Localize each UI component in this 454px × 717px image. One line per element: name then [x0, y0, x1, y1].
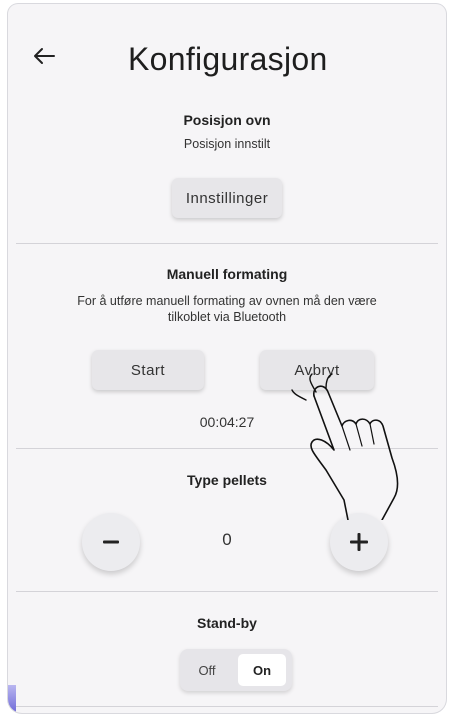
pellets-title: Type pellets — [187, 472, 267, 488]
divider — [16, 243, 438, 244]
divider — [16, 448, 438, 449]
header: Konfigurasjon — [8, 4, 446, 92]
corner-accent — [8, 685, 16, 713]
arrow-left-icon — [34, 48, 55, 64]
timer-display: 00:04:27 — [199, 414, 255, 430]
position-status: Posisjon innstilt — [183, 137, 271, 151]
standby-toggle[interactable]: Off On — [180, 649, 292, 691]
manual-formatting-section: Manuell formating For å utføre manuell f… — [8, 266, 446, 325]
app-screen: Konfigurasjon Posisjon ovn Posisjon inns… — [8, 4, 446, 713]
cancel-button[interactable]: Avbryt — [260, 350, 374, 390]
pellets-section: Type pellets — [8, 472, 446, 488]
manual-description-line1: For å utføre manuell formating av ovnen … — [77, 294, 377, 308]
position-title: Posisjon ovn — [183, 112, 271, 128]
back-button[interactable] — [26, 38, 62, 74]
divider — [16, 591, 438, 592]
increase-button[interactable] — [330, 513, 388, 571]
position-section: Posisjon ovn Posisjon innstilt — [8, 112, 446, 152]
settings-button[interactable]: Innstillinger — [172, 178, 282, 218]
start-button[interactable]: Start — [92, 350, 204, 390]
divider — [16, 706, 438, 707]
manual-title: Manuell formating — [166, 266, 288, 282]
standby-section: Stand-by — [8, 615, 446, 631]
standby-title: Stand-by — [197, 615, 257, 631]
manual-description-line2: tilkoblet via Bluetooth — [167, 310, 287, 324]
standby-off-option[interactable]: Off — [180, 649, 234, 691]
standby-on-option[interactable]: On — [238, 654, 286, 686]
page-title: Konfigurasjon — [128, 41, 328, 77]
plus-icon — [350, 533, 368, 551]
manual-description: For å utføre manuell formating av ovnen … — [8, 293, 446, 325]
